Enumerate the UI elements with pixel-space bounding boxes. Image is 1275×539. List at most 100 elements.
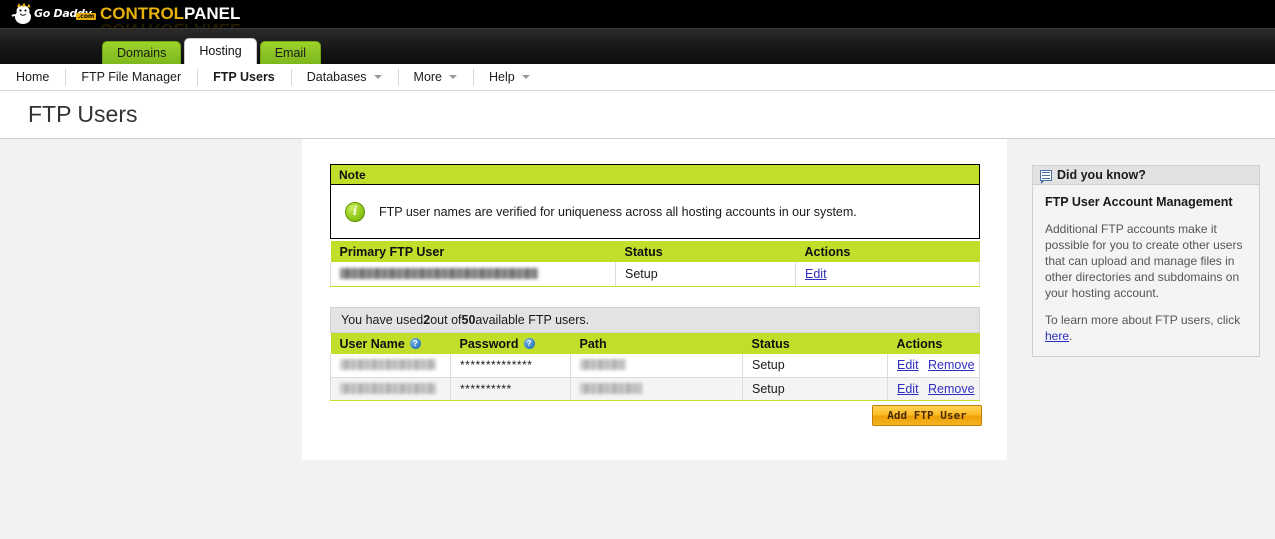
col-password-label: Password (459, 336, 519, 351)
user-name-cell (330, 354, 451, 378)
primary-ftp-user-actions: Edit (795, 262, 980, 287)
col-user-name: User Name (330, 333, 451, 354)
ftp-users-table: User Name Password Path Status Actions *… (330, 333, 980, 401)
col-primary-ftp-user: Primary FTP User (330, 241, 616, 262)
col-primary-status: Status (615, 241, 796, 262)
primary-edit-link[interactable]: Edit (805, 267, 827, 281)
actions-cell: Edit Remove (887, 377, 980, 401)
tab-domains[interactable]: Domains (102, 41, 182, 64)
nav-item-ftp-users-label: FTP Users (213, 69, 275, 84)
page-title: FTP Users (28, 101, 138, 127)
did-you-know-subtitle: FTP User Account Management (1045, 195, 1233, 209)
nav-item-help[interactable]: Help (473, 64, 546, 91)
nav-item-ftp-users[interactable]: FTP Users (197, 64, 291, 91)
help-icon[interactable] (523, 337, 535, 349)
godaddy-mascot-icon (11, 3, 31, 24)
usage-total-count: 50 (461, 313, 476, 327)
password-cell: ********** (450, 377, 571, 401)
redacted-username (340, 359, 436, 371)
usage-middle: out of (430, 313, 462, 327)
learn-more-prefix: To learn more about FTP users, click (1045, 313, 1241, 327)
col-actions: Actions (887, 333, 980, 354)
nav-item-databases[interactable]: Databases (290, 64, 398, 91)
col-primary-actions: Actions (795, 241, 980, 262)
remove-link[interactable]: Remove (928, 358, 975, 372)
users-table-header-row: User Name Password Path Status Actions (330, 333, 980, 354)
col-status: Status (742, 333, 888, 354)
status-cell: Setup (742, 377, 888, 401)
main-content-area: Note FTP user names are verified for uni… (0, 139, 1275, 526)
actions-cell: Edit Remove (887, 354, 980, 378)
did-you-know-title: Did you know? (1057, 168, 1146, 182)
redacted-username (340, 267, 538, 279)
user-name-cell (330, 377, 451, 401)
col-password: Password (450, 333, 571, 354)
table-row: ********** Setup Edit Remove (330, 377, 980, 401)
nav-item-more-label: More (413, 69, 443, 84)
usage-prefix: You have used (341, 313, 424, 327)
did-you-know-learn-more: To learn more about FTP users, click her… (1045, 312, 1247, 344)
chevron-down-icon (373, 75, 382, 79)
top-header-bar: Go Daddy .com CONTROLPANEL CONTROLPANEL (0, 0, 1275, 28)
usage-suffix: available FTP users. (475, 313, 590, 327)
add-ftp-user-button[interactable]: Add FTP User (872, 405, 982, 426)
did-you-know-header: Did you know? (1033, 166, 1259, 185)
remove-link[interactable]: Remove (928, 382, 975, 396)
chevron-down-icon (521, 75, 530, 79)
primary-tab-strip: Domains Hosting Email (0, 28, 1275, 64)
tab-email-label: Email (274, 46, 306, 60)
did-you-know-body: FTP User Account Management Additional F… (1033, 185, 1259, 344)
speech-bubble-icon (1040, 169, 1052, 184)
note-text: FTP user names are verified for uniquene… (379, 204, 857, 219)
nav-item-home[interactable]: Home (0, 64, 65, 91)
tab-hosting-label: Hosting (199, 44, 242, 58)
godaddy-logo[interactable]: Go Daddy .com (10, 2, 97, 26)
password-cell: ************** (450, 354, 571, 378)
info-icon (345, 201, 365, 222)
nav-item-ftp-file-manager-label: FTP File Manager (81, 69, 182, 84)
godaddy-logo-com: .com (76, 13, 97, 20)
primary-table-header-row: Primary FTP User Status Actions (330, 241, 980, 262)
nav-item-home-label: Home (16, 69, 50, 84)
path-cell (570, 377, 743, 401)
primary-ftp-user-status: Setup (615, 262, 796, 287)
col-user-name-label: User Name (339, 336, 405, 351)
panel-word-reflection: PANEL (184, 20, 240, 28)
table-row: ************** Setup Edit Remove (330, 354, 980, 378)
help-icon[interactable] (409, 337, 421, 349)
primary-tabs: Domains Hosting Email (102, 38, 321, 64)
note-box-header: Note (331, 165, 979, 185)
redacted-path (580, 382, 642, 394)
redacted-path (580, 359, 626, 371)
note-box-body: FTP user names are verified for uniquene… (331, 185, 979, 238)
tab-hosting[interactable]: Hosting (184, 38, 257, 64)
table-row: Setup Edit (330, 262, 980, 287)
edit-link[interactable]: Edit (897, 358, 919, 372)
nav-item-ftp-file-manager[interactable]: FTP File Manager (65, 64, 197, 91)
control-word-reflection: CONTROL (100, 20, 184, 28)
status-cell: Setup (742, 354, 888, 378)
usage-used-count: 2 (423, 313, 431, 327)
note-box: Note FTP user names are verified for uni… (330, 164, 980, 239)
did-you-know-paragraph: Additional FTP accounts make it possible… (1045, 222, 1243, 300)
ftp-user-usage-banner: You have used 2 out of 50 available FTP … (330, 307, 980, 333)
col-path: Path (570, 333, 743, 354)
did-you-know-panel: Did you know? FTP User Account Managemen… (1032, 165, 1260, 357)
chevron-down-icon (449, 75, 458, 79)
control-panel-title-reflection: CONTROLPANEL (100, 19, 240, 28)
redacted-username (340, 382, 436, 394)
edit-link[interactable]: Edit (897, 382, 919, 396)
page-title-bar: FTP Users (0, 91, 1275, 139)
learn-more-suffix: . (1069, 329, 1073, 343)
primary-ftp-user-value (330, 262, 616, 287)
nav-item-more[interactable]: More (397, 64, 473, 91)
secondary-navigation: Home FTP File Manager FTP Users Database… (0, 64, 1275, 91)
tab-email[interactable]: Email (259, 41, 321, 64)
path-cell (570, 354, 743, 378)
tab-domains-label: Domains (117, 46, 167, 60)
content-panel: Note FTP user names are verified for uni… (302, 139, 1007, 460)
here-link[interactable]: here (1045, 329, 1069, 343)
nav-item-help-label: Help (489, 69, 515, 84)
nav-item-databases-label: Databases (306, 69, 367, 84)
primary-ftp-user-table: Primary FTP User Status Actions Setup Ed… (330, 241, 980, 287)
